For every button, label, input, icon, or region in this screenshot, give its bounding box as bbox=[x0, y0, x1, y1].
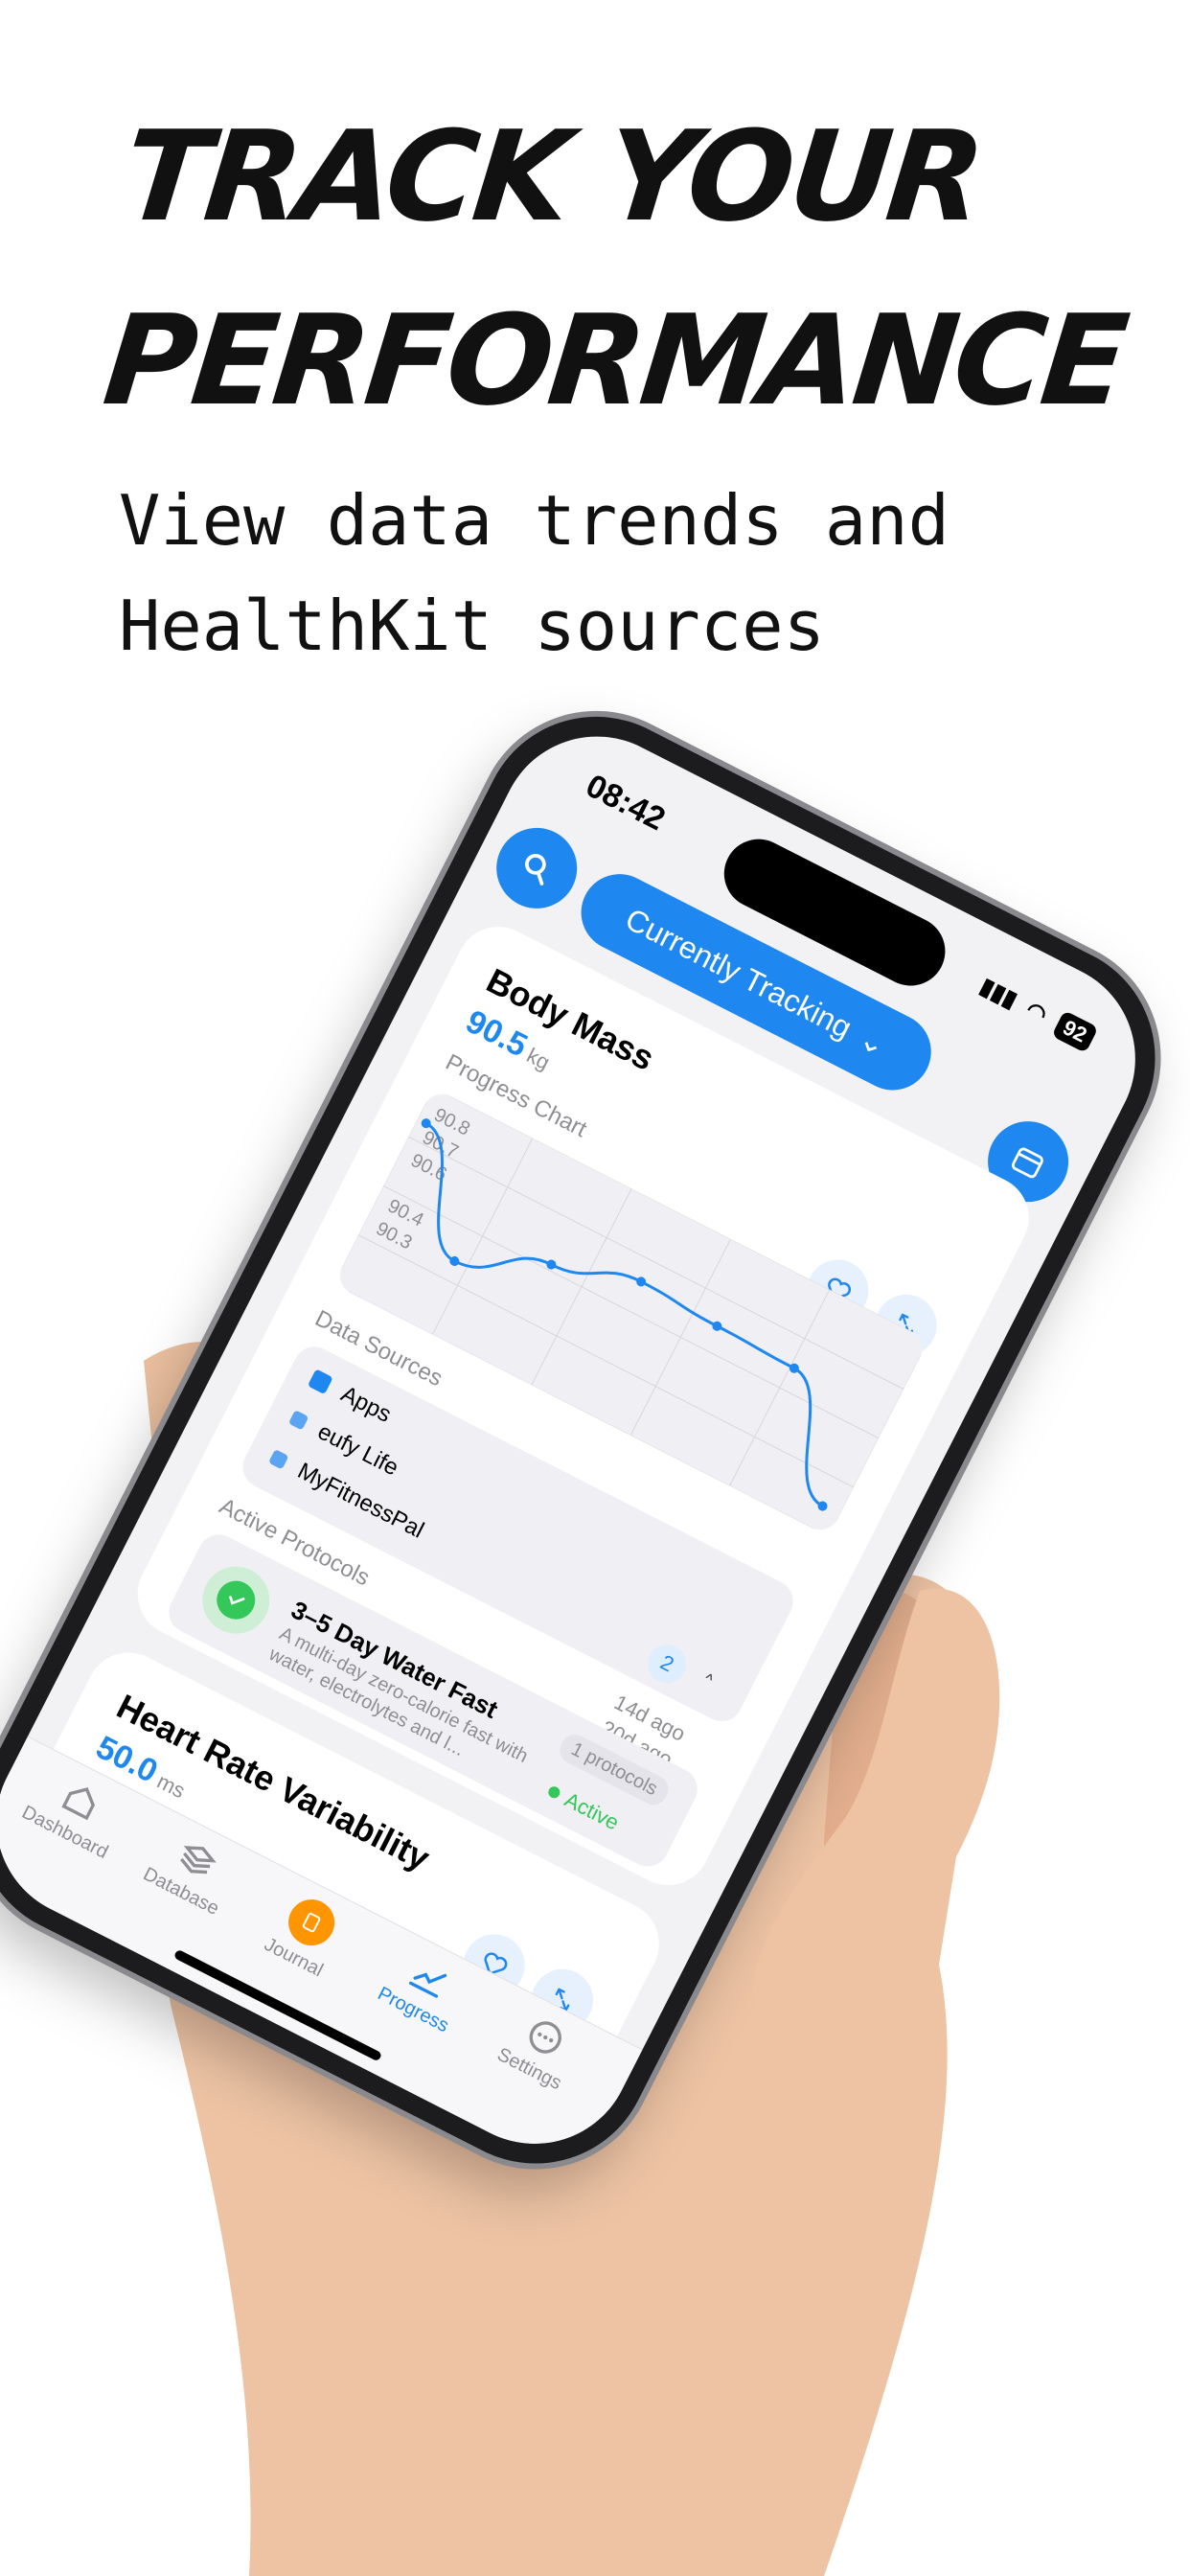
grid-line bbox=[383, 1184, 880, 1439]
status-text: Active bbox=[561, 1787, 624, 1835]
data-point[interactable] bbox=[634, 1276, 647, 1288]
source-square-icon bbox=[307, 1368, 333, 1395]
status-dot-icon bbox=[546, 1784, 562, 1801]
search-icon bbox=[525, 853, 546, 886]
check-icon bbox=[191, 1554, 282, 1645]
search-button[interactable] bbox=[482, 814, 591, 923]
status-badge: Active bbox=[543, 1779, 623, 1835]
source-name: MyFitnessPal bbox=[293, 1458, 428, 1544]
source-count-badge: 2 bbox=[641, 1638, 694, 1690]
wifi-icon: ◠ bbox=[1021, 996, 1052, 1028]
chevron-down-icon: ⌄ bbox=[853, 1020, 893, 1064]
data-point[interactable] bbox=[711, 1320, 723, 1332]
signal-icon: ▮▮▮ bbox=[975, 972, 1022, 1014]
calendar-icon bbox=[1011, 1147, 1043, 1179]
source-square-icon bbox=[267, 1449, 289, 1470]
status-icons: ▮▮▮ ◠ 92 bbox=[975, 972, 1099, 1053]
chevron-up-icon[interactable]: ˄ bbox=[695, 1669, 717, 1698]
battery-indicator: 92 bbox=[1050, 1009, 1099, 1053]
status-time: 08:42 bbox=[580, 767, 672, 839]
source-square-icon bbox=[287, 1410, 309, 1431]
source-name: Apps bbox=[336, 1381, 396, 1428]
grid-line bbox=[433, 1087, 929, 1341]
value-unit: ms bbox=[152, 1768, 190, 1804]
value-unit: kg bbox=[522, 1043, 554, 1075]
